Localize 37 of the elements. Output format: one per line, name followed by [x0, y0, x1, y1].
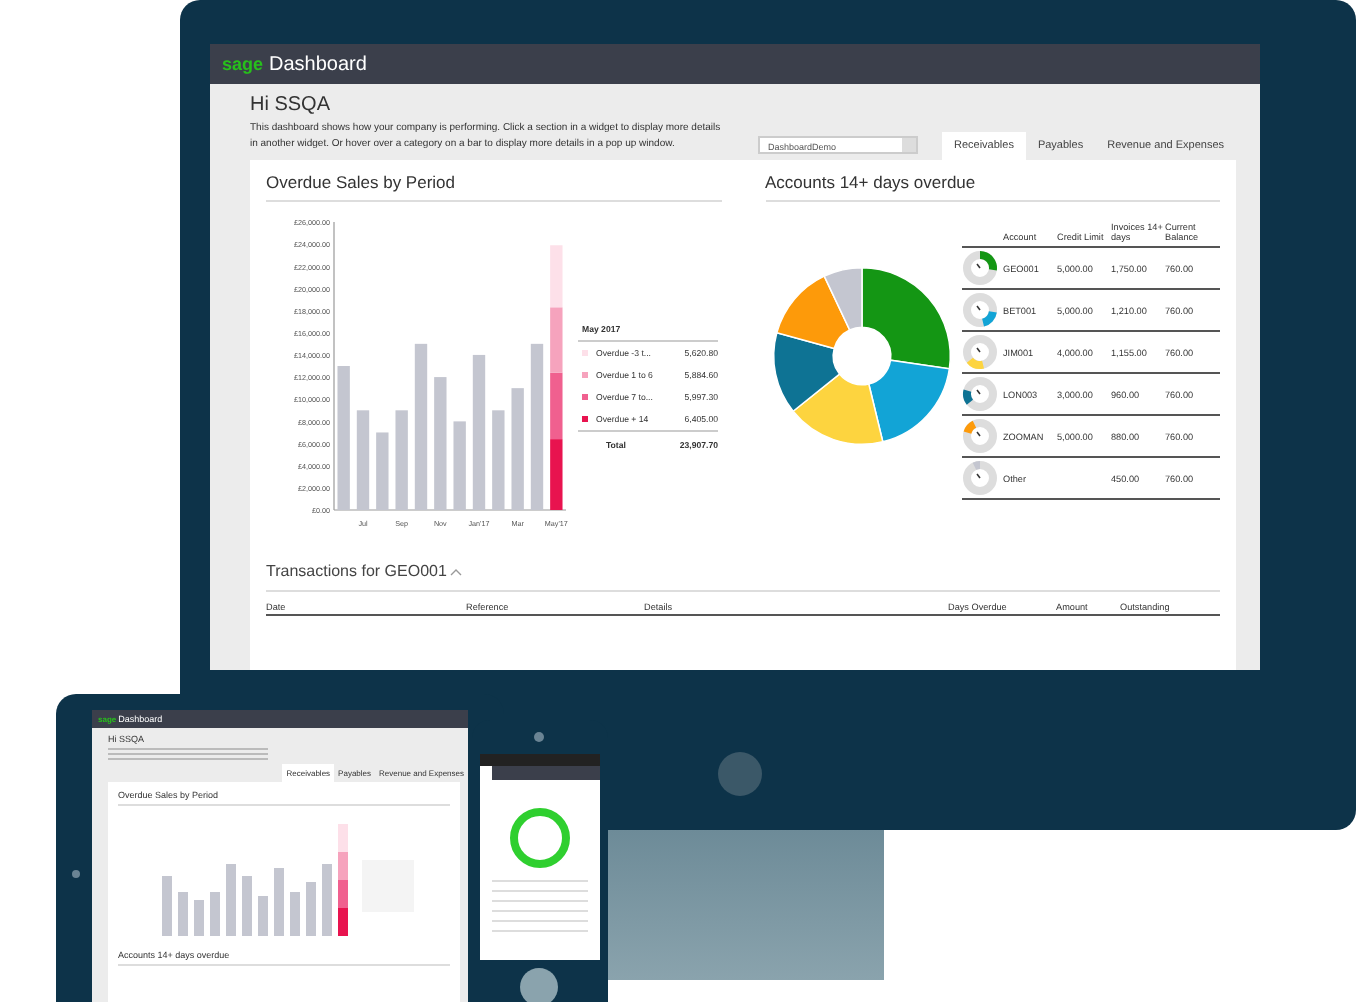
mini-donut-icon: [961, 250, 997, 286]
camera-icon: [72, 870, 80, 878]
bar[interactable]: [356, 410, 370, 510]
home-button-icon: [520, 968, 558, 1002]
bar[interactable]: [550, 439, 563, 510]
widget-title: Overdue Sales by Period: [266, 172, 721, 202]
donut-slice[interactable]: [771, 331, 840, 412]
donut-slice[interactable]: [867, 358, 950, 442]
greeting: Hi SSQA: [250, 94, 333, 116]
bar[interactable]: [472, 354, 486, 510]
bar[interactable]: [395, 410, 408, 510]
section-title: Transactions for GEO001: [266, 562, 447, 580]
bar[interactable]: [414, 343, 428, 510]
bar[interactable]: [337, 366, 350, 510]
bar[interactable]: [453, 421, 466, 510]
donut-slice[interactable]: [775, 274, 850, 349]
bar[interactable]: [492, 410, 505, 510]
mini-donut-icon: [961, 376, 997, 412]
widget-title: Accounts 14+ days overdue: [765, 172, 1220, 202]
app-title: Dashboard: [269, 53, 367, 75]
speaker-icon: [534, 732, 544, 742]
logo-text: sage: [222, 54, 264, 74]
bar[interactable]: [434, 377, 447, 510]
donut-slice[interactable]: [860, 265, 951, 369]
bar[interactable]: [530, 343, 544, 510]
bar[interactable]: [376, 432, 389, 510]
mini-donut-icon: [961, 334, 997, 370]
bar[interactable]: [550, 307, 563, 373]
mini-donut-icon: [961, 292, 997, 328]
donut-slice[interactable]: [791, 372, 883, 445]
caret-icon[interactable]: [450, 567, 463, 575]
bar[interactable]: [550, 372, 563, 440]
power-button-icon: [718, 752, 762, 796]
mini-donut-icon: [961, 418, 997, 454]
bar[interactable]: [511, 388, 524, 510]
bar[interactable]: [550, 245, 563, 308]
mini-donut-icon: [961, 460, 997, 496]
